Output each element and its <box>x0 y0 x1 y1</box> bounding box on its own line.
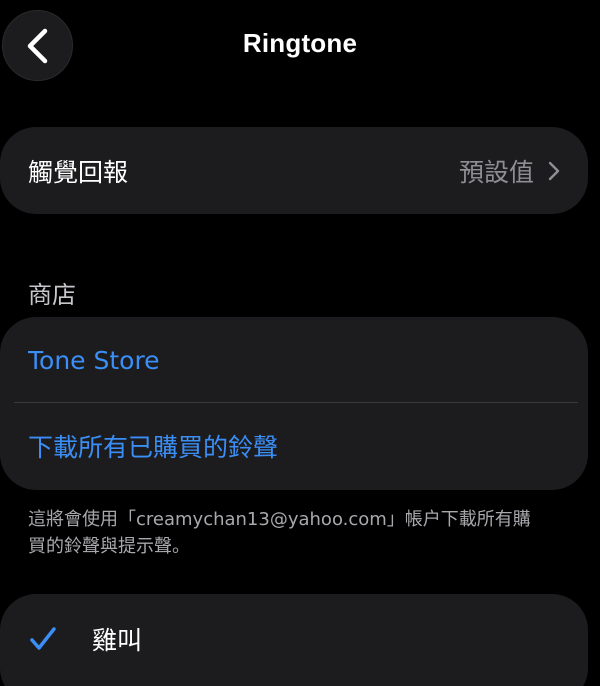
checkmark-icon <box>30 627 56 650</box>
tone-store-link[interactable]: Tone Store <box>0 317 588 403</box>
ringtone-screen: Ringtone 觸覺回報 預設值 商店 Tone Store 下載所有已購買的… <box>0 0 600 686</box>
haptics-value-container: 預設值 <box>459 153 560 189</box>
chevron-right-icon <box>548 161 560 180</box>
haptics-label: 觸覺回報 <box>28 157 129 187</box>
ringtone-row[interactable]: 雞叫 <box>0 594 588 684</box>
download-all-purchased-link[interactable]: 下載所有已購買的鈴聲 <box>0 403 588 489</box>
page-title: Ringtone <box>242 28 358 58</box>
ringtone-label: 雞叫 <box>92 626 143 655</box>
store-footer-note: 這將會使用「creamychan13@yahoo.com」帳户下載所有購買的鈴聲… <box>28 509 531 557</box>
ringtone-list: 雞叫 <box>0 594 588 686</box>
store-group: Tone Store 下載所有已購買的鈴聲 <box>0 317 588 490</box>
haptics-row[interactable]: 觸覺回報 預設值 <box>0 127 588 214</box>
store-section-header: 商店 <box>28 281 76 309</box>
tone-store-label: Tone Store <box>28 345 160 375</box>
haptics-value: 預設值 <box>458 157 534 187</box>
download-all-purchased-label: 下載所有已購買的鈴聲 <box>28 433 279 462</box>
haptics-group: 觸覺回報 預設值 <box>0 127 588 214</box>
